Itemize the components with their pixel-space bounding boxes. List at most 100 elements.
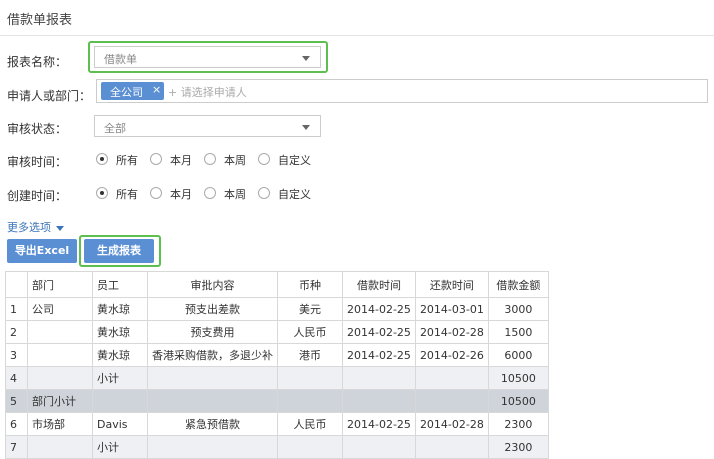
cell-amount: 1500: [487, 320, 549, 344]
cell-repay-date: 2014-02-28: [414, 320, 489, 344]
column-header-dept[interactable]: 部门: [27, 271, 93, 298]
radio-checked-icon: [96, 153, 108, 165]
cell-dept: 公司: [27, 297, 93, 321]
applicant-field[interactable]: 全公司 × + 请选择申请人: [96, 79, 708, 103]
audit-time-label: 审核时间：: [7, 155, 68, 169]
applicant-label: 申请人或部门：: [7, 89, 92, 103]
cell-employee: 小计: [92, 366, 148, 390]
cell-borrow-date: 2014-02-25: [342, 297, 416, 321]
close-icon[interactable]: ×: [152, 83, 161, 96]
table-row[interactable]: 3 黄水琼 香港采购借款，多退少补 港币 2014-02-25 2014-02-26 600…: [5, 343, 549, 367]
row-index: 5: [5, 389, 28, 413]
cell-borrow-date: [342, 366, 416, 390]
cell-employee: 小计: [92, 435, 148, 459]
column-header-borrow-date[interactable]: 借款时间: [342, 271, 416, 298]
report-name-value: 借款单: [104, 53, 137, 66]
table-row[interactable]: 5 部门小计 10500: [5, 389, 549, 413]
cell-repay-date: [414, 435, 489, 459]
row-index: 1: [5, 297, 28, 321]
cell-borrow-date: [342, 389, 416, 413]
page-title: 借款单报表: [7, 13, 73, 28]
more-options-link[interactable]: 更多选项: [7, 219, 64, 235]
cell-borrow-date: [342, 435, 416, 459]
radio-icon: [204, 153, 216, 165]
row-index: 7: [5, 435, 28, 459]
cell-content: [147, 389, 278, 413]
cell-borrow-date: 2014-02-25: [342, 343, 416, 367]
column-header-repay-date[interactable]: 还款时间: [414, 271, 489, 298]
generate-report-button[interactable]: 生成报表: [84, 239, 154, 263]
column-header-employee[interactable]: 员工: [92, 271, 148, 298]
cell-borrow-date: 2014-02-25: [342, 320, 416, 344]
cell-currency: 人民币: [277, 320, 343, 344]
cell-currency: [277, 435, 343, 459]
cell-content: 紧急预借款: [147, 412, 278, 436]
cell-repay-date: 2014-03-01: [414, 297, 489, 321]
audit-time-row: 审核时间： 所有 本月 本周 自定义: [7, 153, 311, 169]
cell-currency: [277, 389, 343, 413]
cell-repay-date: 2014-02-26: [414, 343, 489, 367]
cell-repay-date: [414, 366, 489, 390]
cell-amount: 6000: [487, 343, 549, 367]
radio-icon: [258, 187, 270, 199]
cell-dept: [27, 435, 93, 459]
radio-checked-icon: [96, 187, 108, 199]
chevron-down-icon: [302, 56, 310, 61]
table-row[interactable]: 4 小计 10500: [5, 366, 549, 390]
cell-dept: [27, 366, 93, 390]
cell-content: 预支出差款: [147, 297, 278, 321]
cell-employee: 黄水琼: [92, 343, 148, 367]
page-header: 借款单报表: [0, 0, 714, 36]
create-time-row: 创建时间： 所有 本月 本周 自定义: [7, 187, 311, 203]
cell-employee: 黄水琼: [92, 297, 148, 321]
cell-borrow-date: 2014-02-25: [342, 412, 416, 436]
applicant-placeholder[interactable]: + 请选择申请人: [168, 84, 247, 100]
cell-dept: 市场部: [27, 412, 93, 436]
radio-icon: [204, 187, 216, 199]
audit-status-select[interactable]: 全部: [94, 115, 321, 137]
column-header-currency[interactable]: 币种: [277, 271, 343, 298]
more-options-label: 更多选项: [7, 221, 51, 234]
cell-currency: 人民币: [277, 412, 343, 436]
radio-icon: [258, 153, 270, 165]
cell-currency: 美元: [277, 297, 343, 321]
cell-content: [147, 435, 278, 459]
report-name-label: 报表名称：: [7, 55, 68, 69]
row-index: 2: [5, 320, 28, 344]
chevron-down-icon: [56, 225, 64, 231]
audit-status-label: 审核状态：: [7, 122, 68, 136]
table-row[interactable]: 6 市场部 Davis 紧急预借款 人民币 2014-02-25 2014-02-28 230…: [5, 412, 549, 436]
cell-dept: [27, 320, 93, 344]
cell-currency: [277, 366, 343, 390]
column-header-index: [5, 271, 28, 298]
cell-currency: 港币: [277, 343, 343, 367]
audit-status-value: 全部: [104, 122, 126, 135]
radio-icon: [150, 153, 162, 165]
cell-content: 香港采购借款，多退少补: [147, 343, 278, 367]
radio-icon: [150, 187, 162, 199]
cell-amount: 10500: [487, 389, 549, 413]
cell-dept: [27, 343, 93, 367]
table-row[interactable]: 2 黄水琼 预支费用 人民币 2014-02-25 2014-02-28 1500: [5, 320, 549, 344]
cell-content: [147, 366, 278, 390]
table-row[interactable]: 7 小计 2300: [5, 435, 549, 459]
table-header-row: 部门 员工 审批内容 币种 借款时间 还款时间 借款金额: [5, 271, 549, 298]
cell-amount: 10500: [487, 366, 549, 390]
export-excel-button[interactable]: 导出Excel: [7, 239, 77, 263]
cell-amount: 2300: [487, 412, 549, 436]
cell-amount: 3000: [487, 297, 549, 321]
report-table: 部门 员工 审批内容 币种 借款时间 还款时间 借款金额 1 公司 黄水琼 预支出差款…: [5, 271, 549, 459]
cell-employee: 黄水琼: [92, 320, 148, 344]
cell-repay-date: [414, 389, 489, 413]
create-time-label: 创建时间：: [7, 189, 68, 203]
cell-amount: 2300: [487, 435, 549, 459]
column-header-amount[interactable]: 借款金额: [487, 271, 549, 298]
cell-content: 预支费用: [147, 320, 278, 344]
row-index: 6: [5, 412, 28, 436]
cell-employee: [92, 389, 148, 413]
report-name-select[interactable]: 借款单: [94, 46, 321, 68]
column-header-content[interactable]: 审批内容: [147, 271, 278, 298]
chevron-down-icon: [302, 125, 310, 130]
table-row[interactable]: 1 公司 黄水琼 预支出差款 美元 2014-02-25 2014-03-01 3000: [5, 297, 549, 321]
cell-dept: 部门小计: [27, 389, 93, 413]
